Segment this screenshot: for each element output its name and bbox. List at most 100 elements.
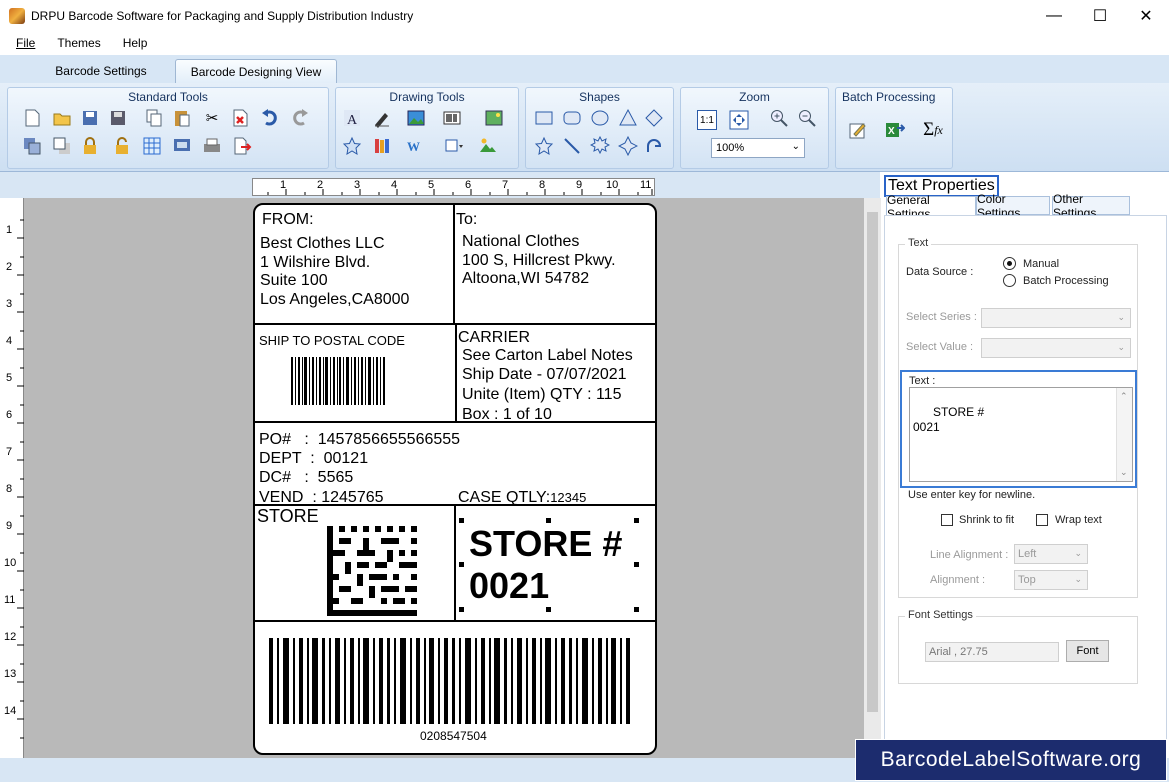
batch-processing-radio[interactable] — [1003, 274, 1016, 287]
tab-barcode-designing-view[interactable]: Barcode Designing View — [175, 59, 337, 83]
ship-to-postal-label[interactable]: SHIP TO POSTAL CODE — [259, 331, 405, 350]
store-number-text-line1[interactable]: STORE # — [469, 524, 622, 564]
scrollbar-thumb[interactable] — [867, 212, 878, 712]
from-line[interactable]: Los Angeles,CA8000 — [260, 290, 409, 309]
shape-dropdown-icon[interactable] — [444, 136, 464, 156]
line-alignment-dropdown[interactable]: Left ⌄ — [1014, 544, 1088, 564]
datamatrix-code[interactable] — [327, 526, 417, 616]
fit-to-window-icon[interactable] — [729, 110, 749, 130]
tab-other-settings[interactable]: Other Settings — [1052, 192, 1130, 220]
image-dropdown-icon[interactable] — [478, 136, 498, 156]
delete-icon[interactable] — [230, 108, 250, 128]
select-series-dropdown[interactable]: ⌄ — [981, 308, 1131, 328]
four-point-star-icon[interactable] — [618, 136, 638, 156]
carrier-line[interactable]: See Carton Label Notes — [462, 346, 633, 365]
rounded-rectangle-icon[interactable] — [562, 108, 582, 128]
grid-icon[interactable] — [142, 136, 162, 156]
dept-line[interactable]: DEPT : 00121 — [259, 449, 368, 468]
selection-handle[interactable] — [459, 562, 464, 567]
diamond-icon[interactable] — [644, 108, 664, 128]
edit-batch-icon[interactable] — [846, 118, 870, 142]
barcode-tool-icon[interactable] — [442, 108, 462, 128]
main-barcode[interactable] — [269, 638, 635, 724]
carrier-line[interactable]: Ship Date - 07/07/2021 — [462, 365, 627, 384]
shipping-label[interactable]: FROM: Best Clothes LLC 1 Wilshire Blvd. … — [253, 203, 657, 755]
tab-general-settings[interactable]: General Settings — [886, 193, 976, 221]
wrap-text-label[interactable]: Wrap text — [1055, 514, 1102, 526]
tab-barcode-settings[interactable]: Barcode Settings — [45, 59, 157, 83]
carrier-line[interactable]: Unite (Item) QTY : 115 — [462, 385, 621, 404]
bring-front-icon[interactable] — [52, 136, 72, 156]
po-line[interactable]: PO# : 1457856655566555 — [259, 430, 460, 449]
store-number-text-line2[interactable]: 0021 — [469, 566, 549, 606]
from-line[interactable]: Best Clothes LLC — [260, 234, 385, 253]
save-as-icon[interactable] — [108, 108, 128, 128]
font-button[interactable]: Font — [1066, 640, 1109, 662]
canvas-scrollbar[interactable] — [864, 198, 881, 758]
manual-label[interactable]: Manual — [1023, 258, 1059, 270]
vend-line[interactable]: VEND : 1245765 — [259, 488, 384, 507]
zoom-select[interactable]: 100% ⌄ — [711, 138, 805, 158]
from-heading[interactable]: FROM: — [262, 210, 314, 229]
print-icon[interactable] — [202, 136, 222, 156]
paste-icon[interactable] — [172, 108, 192, 128]
selection-handle[interactable] — [546, 607, 551, 612]
alignment-dropdown[interactable]: Top ⌄ — [1014, 570, 1088, 590]
selection-handle[interactable] — [459, 518, 464, 523]
selection-handle[interactable] — [634, 562, 639, 567]
text-input[interactable]: STORE # 0021 ⌃ ⌄ — [909, 387, 1133, 482]
zoom-in-icon[interactable] — [769, 108, 789, 128]
open-icon[interactable] — [52, 108, 72, 128]
copy-icon[interactable] — [144, 108, 164, 128]
selection-handle[interactable] — [546, 518, 551, 523]
shrink-to-fit-checkbox[interactable] — [941, 514, 953, 526]
selection-handle[interactable] — [459, 607, 464, 612]
send-back-icon[interactable] — [22, 136, 42, 156]
to-line[interactable]: 100 S, Hillcrest Pkwy. — [462, 251, 616, 270]
menu-help[interactable]: Help — [123, 36, 148, 50]
wrap-text-checkbox[interactable] — [1036, 514, 1048, 526]
ellipse-icon[interactable] — [590, 108, 610, 128]
picture-tool-icon[interactable] — [484, 108, 504, 128]
carrier-line[interactable]: Box : 1 of 10 — [462, 405, 552, 424]
burst-icon[interactable] — [590, 136, 610, 156]
line-icon[interactable] — [562, 136, 582, 156]
chevron-down-icon[interactable]: ⌄ — [1120, 465, 1128, 480]
store-label[interactable]: STORE — [257, 507, 319, 526]
menu-file[interactable]: File — [16, 36, 35, 50]
arc-icon[interactable] — [644, 136, 664, 156]
star-shape-icon[interactable] — [534, 136, 554, 156]
carrier-heading[interactable]: CARRIER — [458, 328, 530, 347]
case-qty-line[interactable]: CASE QTLY:12345 — [458, 488, 586, 507]
new-icon[interactable] — [22, 108, 42, 128]
selection-handle[interactable] — [634, 607, 639, 612]
to-line[interactable]: National Clothes — [462, 232, 579, 251]
to-heading[interactable]: To: — [456, 210, 477, 229]
cut-icon[interactable]: ✂ — [202, 108, 222, 128]
from-line[interactable]: Suite 100 — [260, 271, 328, 290]
minimize-button[interactable]: — — [1031, 0, 1077, 31]
tab-color-settings[interactable]: Color Settings — [976, 192, 1050, 220]
chevron-up-icon[interactable]: ⌃ — [1120, 389, 1128, 404]
dc-line[interactable]: DC# : 5565 — [259, 468, 353, 487]
selection-handle[interactable] — [634, 518, 639, 523]
redo-icon[interactable] — [290, 108, 310, 128]
lock-icon[interactable] — [80, 136, 100, 156]
formula-icon[interactable]: Σfx — [918, 118, 948, 142]
select-value-dropdown[interactable]: ⌄ — [981, 338, 1131, 358]
menu-themes[interactable]: Themes — [57, 36, 100, 50]
library-icon[interactable] — [372, 136, 392, 156]
to-line[interactable]: Altoona,WI 54782 — [462, 269, 589, 288]
shrink-to-fit-label[interactable]: Shrink to fit — [959, 514, 1014, 526]
save-icon[interactable] — [80, 108, 100, 128]
postal-barcode[interactable] — [291, 357, 387, 405]
zoom-out-icon[interactable] — [797, 108, 817, 128]
maximize-button[interactable]: ☐ — [1077, 0, 1123, 31]
triangle-icon[interactable] — [618, 108, 638, 128]
textarea-scrollbar[interactable]: ⌃ ⌄ — [1116, 388, 1132, 481]
barcode-number[interactable]: 0208547504 — [420, 729, 487, 743]
export-icon[interactable] — [232, 136, 252, 156]
star-tool-icon[interactable] — [342, 136, 362, 156]
batch-processing-label[interactable]: Batch Processing — [1023, 275, 1109, 287]
excel-import-icon[interactable]: X — [882, 118, 908, 142]
